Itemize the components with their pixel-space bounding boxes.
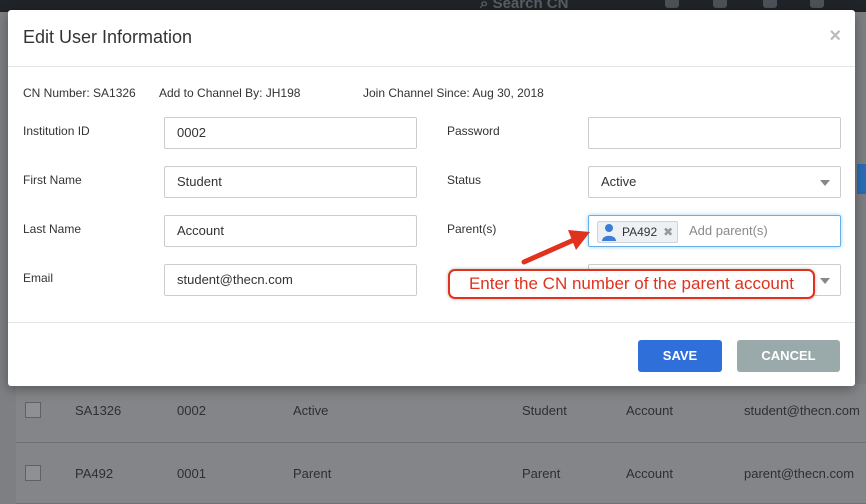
- cell-first-name: Student: [522, 403, 567, 418]
- chat-icon[interactable]: [810, 0, 824, 8]
- password-input[interactable]: [588, 117, 841, 149]
- profile-icon[interactable]: [665, 0, 679, 8]
- modal-title: Edit User Information: [23, 27, 193, 47]
- parents-label: Parent(s): [447, 222, 497, 236]
- tag-remove-icon[interactable]: ✖: [663, 225, 673, 239]
- edit-user-modal: Edit User Information × CN Number: SA132…: [8, 10, 855, 386]
- cancel-button[interactable]: CANCEL: [737, 340, 840, 372]
- cell-email: parent@thecn.com: [744, 466, 855, 481]
- cell-cn: SA1326: [75, 403, 122, 418]
- parent-tag-label: PA492: [622, 225, 658, 239]
- cn-number-text: CN Number: SA1326: [23, 86, 136, 100]
- row-checkbox[interactable]: [25, 402, 41, 418]
- cell-institution: 0001: [177, 466, 206, 481]
- close-icon[interactable]: ×: [829, 24, 841, 48]
- email-input[interactable]: student@thecn.com: [164, 264, 417, 296]
- added-by-text: Add to Channel By: JH198: [159, 86, 301, 100]
- institution-id-label: Institution ID: [23, 124, 90, 138]
- status-select[interactable]: Active: [588, 166, 841, 198]
- cell-email: student@thecn.com: [744, 403, 860, 418]
- email-label: Email: [23, 271, 54, 285]
- last-name-label: Last Name: [23, 222, 82, 236]
- table-row[interactable]: PA492 0001 Parent Parent Account parent@…: [16, 443, 866, 504]
- cell-status: Active: [293, 403, 329, 418]
- table-row[interactable]: SA1326 0002 Active Student Account stude…: [16, 384, 866, 443]
- modal-header: Edit User Information ×: [8, 10, 855, 67]
- parents-input[interactable]: PA492 ✖ Add parent(s): [588, 215, 841, 247]
- mail-icon[interactable]: [713, 0, 727, 8]
- arrow-annotation-icon: [521, 230, 590, 265]
- save-button[interactable]: SAVE: [638, 340, 722, 372]
- user-table: SA1326 0002 Active Student Account stude…: [16, 384, 866, 504]
- row-checkbox[interactable]: [25, 465, 41, 481]
- annotation-callout: Enter the CN number of the parent accoun…: [448, 269, 815, 299]
- add-user-icon[interactable]: [763, 0, 777, 8]
- cell-institution: 0002: [177, 403, 206, 418]
- first-name-input[interactable]: Student: [164, 166, 417, 198]
- password-label: Password: [447, 124, 500, 138]
- background-button-edge: [857, 164, 866, 194]
- join-since-text: Join Channel Since: Aug 30, 2018: [363, 86, 544, 100]
- user-avatar-icon: [602, 224, 616, 241]
- status-label: Status: [447, 173, 482, 187]
- cell-status: Parent: [293, 466, 332, 481]
- cell-cn: PA492: [75, 466, 114, 481]
- chevron-down-icon: [820, 278, 830, 284]
- status-value: Active: [601, 174, 637, 189]
- first-name-label: First Name: [23, 173, 82, 187]
- institution-id-input[interactable]: 0002: [164, 117, 417, 149]
- chevron-down-icon: [820, 180, 830, 186]
- modal-footer: SAVE CANCEL: [8, 322, 855, 387]
- last-name-input[interactable]: Account: [164, 215, 417, 247]
- parents-placeholder: Add parent(s): [689, 223, 768, 238]
- parent-tag: PA492 ✖: [597, 221, 679, 243]
- cell-last-name: Account: [626, 466, 673, 481]
- cell-first-name: Parent: [522, 466, 561, 481]
- cell-last-name: Account: [626, 403, 673, 418]
